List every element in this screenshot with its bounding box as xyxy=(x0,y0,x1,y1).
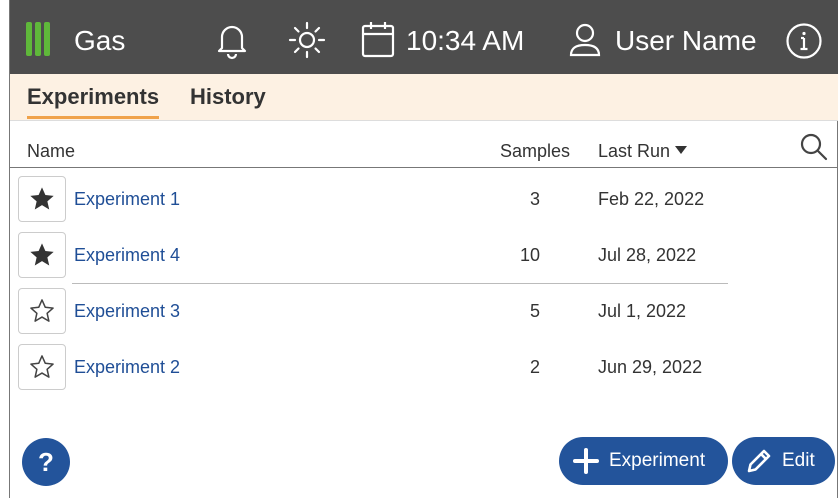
column-header-samples[interactable]: Samples xyxy=(500,140,570,162)
pencil-icon xyxy=(747,449,771,473)
star-filled-icon xyxy=(30,243,54,266)
sort-desc-icon xyxy=(675,146,688,154)
favorite-toggle[interactable] xyxy=(18,232,66,278)
help-button[interactable]: ? xyxy=(22,438,70,486)
user-name[interactable]: User Name xyxy=(615,24,757,58)
column-header-last-run-label: Last Run xyxy=(598,141,671,161)
edit-label: Edit xyxy=(782,450,815,471)
samples-count: 3 xyxy=(529,189,540,209)
star-filled-icon xyxy=(30,187,54,210)
column-header-name[interactable]: Name xyxy=(27,140,75,162)
logo-bars-icon xyxy=(26,22,54,56)
experiment-link[interactable]: Experiment 4 xyxy=(74,244,180,266)
search-icon[interactable] xyxy=(799,132,829,162)
tab-experiments[interactable]: Experiments xyxy=(27,84,160,119)
bell-icon[interactable] xyxy=(214,20,250,60)
plus-icon xyxy=(573,448,599,474)
table-row: Experiment 3 5 Jul 1, 2022 xyxy=(10,280,838,336)
edit-button[interactable]: Edit xyxy=(732,437,835,485)
last-run-date: Feb 22, 2022 xyxy=(598,189,705,209)
table-header: Name Samples Last Run xyxy=(10,121,838,168)
tab-history[interactable]: History xyxy=(190,84,266,110)
app-name: Gas xyxy=(74,25,126,56)
column-header-last-run[interactable]: Last Run xyxy=(598,140,688,162)
app-window: Gas 10:34 AM User Name Experiments Histo… xyxy=(9,0,838,498)
experiment-link[interactable]: Experiment 3 xyxy=(74,300,180,322)
user-icon[interactable] xyxy=(567,20,603,60)
experiment-link[interactable]: Experiment 2 xyxy=(74,356,180,378)
calendar-icon[interactable] xyxy=(360,19,396,59)
info-icon[interactable] xyxy=(785,22,823,60)
add-experiment-label: Experiment xyxy=(609,450,706,471)
favorite-toggle[interactable] xyxy=(18,344,66,390)
star-outline-icon xyxy=(30,355,54,378)
samples-count: 5 xyxy=(529,301,540,321)
favorite-toggle[interactable] xyxy=(18,176,66,222)
star-outline-icon xyxy=(30,299,54,322)
samples-count: 10 xyxy=(519,245,540,265)
add-experiment-button[interactable]: Experiment xyxy=(559,437,728,485)
last-run-date: Jul 28, 2022 xyxy=(598,245,697,265)
samples-count: 2 xyxy=(529,357,540,377)
tab-bar: Experiments History xyxy=(10,74,838,121)
experiment-link[interactable]: Experiment 1 xyxy=(74,188,180,210)
favorite-toggle[interactable] xyxy=(18,288,66,334)
last-run-date: Jun 29, 2022 xyxy=(598,357,703,377)
table-row: Experiment 1 3 Feb 22, 2022 xyxy=(10,168,838,224)
brightness-icon[interactable] xyxy=(287,20,327,60)
table-row: Experiment 2 2 Jun 29, 2022 xyxy=(10,336,838,392)
top-bar: Gas 10:34 AM User Name xyxy=(10,0,838,74)
clock-time: 10:34 AM xyxy=(406,25,525,56)
table-row: Experiment 4 10 Jul 28, 2022 xyxy=(10,224,838,280)
last-run-date: Jul 1, 2022 xyxy=(598,301,687,321)
